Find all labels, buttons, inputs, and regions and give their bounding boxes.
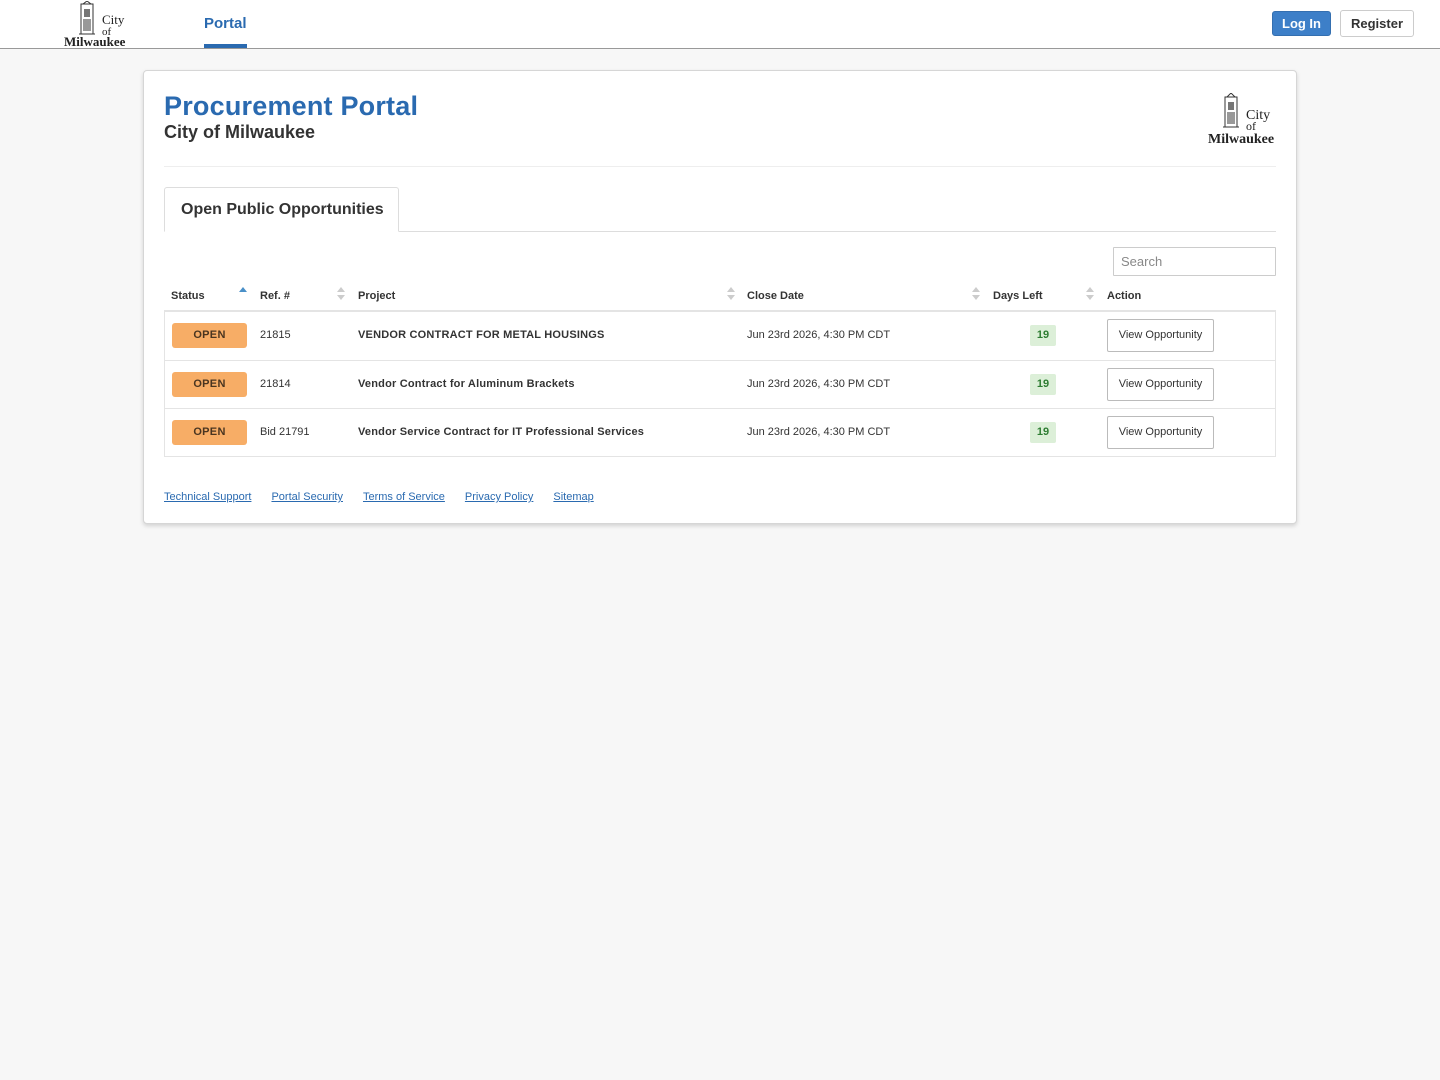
table-row: OPEN 21815 VENDOR CONTRACT FOR METAL HOU… <box>165 312 1275 360</box>
portal-card: Procurement Portal City of Milwaukee Cit… <box>143 70 1297 524</box>
header-divider <box>164 166 1276 167</box>
sort-icon[interactable] <box>727 287 735 301</box>
link-portal-security[interactable]: Portal Security <box>271 491 343 503</box>
opportunities-table: Status Ref. # Project Close Date Days Le… <box>164 279 1276 457</box>
search-input[interactable] <box>1113 247 1276 276</box>
city-logo: City of Milwaukee <box>1208 93 1274 145</box>
nav-portal-tab[interactable]: Portal <box>204 0 247 48</box>
link-technical-support[interactable]: Technical Support <box>164 491 251 503</box>
svg-text:of: of <box>1246 119 1256 133</box>
column-header-status[interactable]: Status <box>171 290 205 302</box>
sort-icon[interactable] <box>337 287 345 301</box>
link-terms-of-service[interactable]: Terms of Service <box>363 491 445 503</box>
sort-icon[interactable] <box>972 287 980 301</box>
table-body: OPEN 21815 VENDOR CONTRACT FOR METAL HOU… <box>164 312 1276 457</box>
column-header-close-date[interactable]: Close Date <box>747 290 804 302</box>
sort-icon[interactable] <box>1086 287 1094 301</box>
table-header: Status Ref. # Project Close Date Days Le… <box>164 279 1276 312</box>
status-badge: OPEN <box>172 323 247 348</box>
close-date: Jun 23rd 2026, 4:30 PM CDT <box>747 378 891 390</box>
login-button[interactable]: Log In <box>1272 11 1331 36</box>
ref-number: 21815 <box>260 329 291 341</box>
view-opportunity-button[interactable]: View Opportunity <box>1107 319 1214 352</box>
close-date: Jun 23rd 2026, 4:30 PM CDT <box>747 329 891 341</box>
city-of-milwaukee-logo[interactable]: City of Milwaukee <box>62 1 130 47</box>
days-left-badge: 19 <box>1030 422 1056 443</box>
project-name: Vendor Service Contract for IT Professio… <box>358 426 645 438</box>
close-date: Jun 23rd 2026, 4:30 PM CDT <box>747 426 891 438</box>
page-title: Procurement Portal <box>164 91 419 121</box>
column-header-days-left[interactable]: Days Left <box>993 290 1043 302</box>
link-privacy-policy[interactable]: Privacy Policy <box>465 491 533 503</box>
view-opportunity-button[interactable]: View Opportunity <box>1107 416 1214 449</box>
svg-text:Milwaukee: Milwaukee <box>64 34 126 47</box>
svg-text:City: City <box>102 12 125 27</box>
sort-ascending-icon[interactable] <box>239 287 247 301</box>
project-name: VENDOR CONTRACT FOR METAL HOUSINGS <box>358 329 605 341</box>
top-nav: City of Milwaukee Portal Log In Register <box>0 0 1440 49</box>
project-name: Vendor Contract for Aluminum Brackets <box>358 378 575 390</box>
column-header-action: Action <box>1107 290 1142 302</box>
ref-number: 21814 <box>260 378 291 390</box>
status-badge: OPEN <box>172 420 247 445</box>
view-opportunity-button[interactable]: View Opportunity <box>1107 368 1214 401</box>
column-header-ref[interactable]: Ref. # <box>260 290 290 302</box>
page-subtitle: City of Milwaukee <box>164 122 316 142</box>
status-badge: OPEN <box>172 372 247 397</box>
footer-links: Technical Support Portal Security Terms of… <box>164 491 614 503</box>
register-button[interactable]: Register <box>1340 10 1414 37</box>
table-row: OPEN Bid 21791 Vendor Service Contract f… <box>165 408 1275 456</box>
link-sitemap[interactable]: Sitemap <box>553 491 593 503</box>
days-left-badge: 19 <box>1030 374 1056 395</box>
days-left-badge: 19 <box>1030 325 1056 346</box>
tab-open-public-opportunities[interactable]: Open Public Opportunities <box>164 187 399 232</box>
table-row: OPEN 21814 Vendor Contract for Aluminum … <box>165 360 1275 408</box>
svg-text:Milwaukee: Milwaukee <box>1208 132 1274 145</box>
column-header-project[interactable]: Project <box>358 290 395 302</box>
ref-number: Bid 21791 <box>260 426 310 438</box>
